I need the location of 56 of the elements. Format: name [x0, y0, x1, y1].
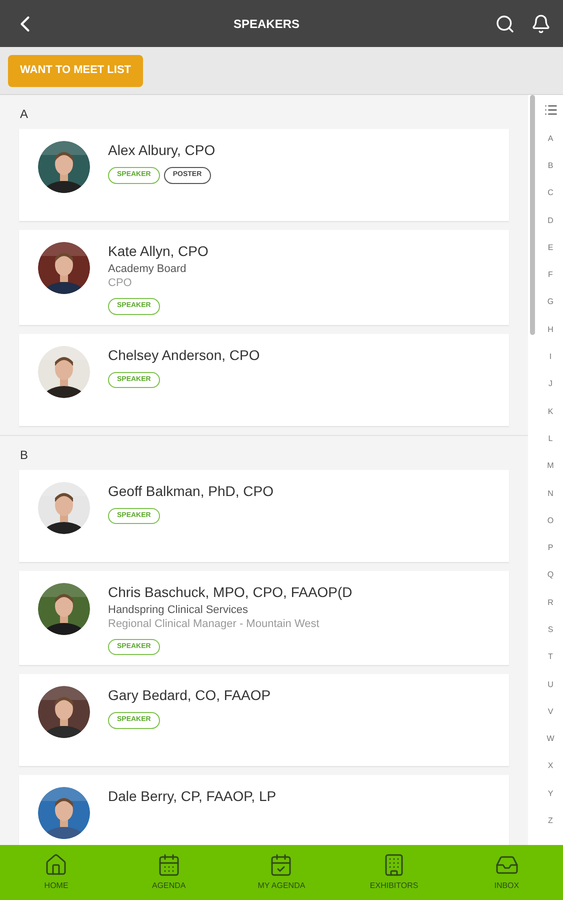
index-letter[interactable]: U [548, 670, 554, 698]
index-letter[interactable]: W [546, 726, 554, 753]
index-letter[interactable]: J [548, 370, 552, 398]
index-letter[interactable]: T [548, 644, 553, 671]
index-letter[interactable]: Q [547, 562, 554, 590]
index-letter[interactable]: K [548, 398, 554, 426]
speaker-organization: Academy Board [108, 262, 188, 276]
calendar-check-icon [269, 853, 294, 877]
speaker-position: CPO [108, 276, 133, 290]
speaker-name: Gary Bedard, CO, FAAOP [108, 687, 271, 704]
index-letter[interactable]: P [548, 534, 554, 562]
index-letter[interactable]: Z [548, 807, 553, 835]
index-letter[interactable]: H [548, 316, 554, 344]
speaker-name: Kate Allyn, CPO [108, 243, 208, 260]
index-letter[interactable]: F [548, 261, 553, 289]
bell-icon [531, 14, 551, 34]
index-letter[interactable]: G [547, 288, 554, 316]
index-letter[interactable]: N [548, 480, 554, 508]
house-icon [44, 853, 68, 877]
index-letter[interactable]: E [548, 234, 554, 262]
list-icon [544, 103, 558, 117]
speaker-name: Chelsey Anderson, CPO [108, 346, 260, 364]
index-menu-button[interactable] [544, 103, 558, 117]
search-button[interactable] [495, 14, 515, 34]
nav-tab[interactable]: MY AGENDA [225, 845, 338, 900]
scrollbar[interactable] [530, 95, 535, 335]
page-title: SPEAKERS [232, 16, 301, 32]
index-letter[interactable]: V [548, 698, 554, 726]
search-icon [495, 14, 515, 34]
nav-tab[interactable]: AGENDA [112, 845, 226, 900]
nav-tab[interactable]: INBOX [450, 845, 563, 900]
speaker-name: Geoff Balkman, PhD, CPO [108, 482, 274, 500]
index-letter[interactable]: B [548, 152, 554, 180]
speaker-name: Chris Baschuck, MPO, CPO, FAAOP(D [108, 584, 352, 600]
speaker-card[interactable]: Dale Berry, CP, FAAOP, LP [19, 775, 509, 845]
speaker-organization: Handspring Clinical Services [108, 602, 250, 616]
calendar-icon [156, 853, 181, 877]
index-letter[interactable]: Y [548, 780, 554, 808]
index-letter[interactable]: C [548, 180, 554, 207]
index-letter[interactable]: L [548, 425, 553, 453]
notifications-button[interactable] [531, 14, 551, 34]
section-letter: B [20, 448, 28, 462]
index-letter[interactable]: O [547, 507, 554, 534]
index-letter[interactable]: A [548, 125, 554, 152]
index-letter[interactable]: D [548, 206, 554, 234]
section-letter: A [20, 107, 28, 121]
index-letter[interactable]: X [548, 752, 554, 780]
speaker-position: Regional Clinical Manager - Mountain West [108, 616, 320, 630]
nav-tab[interactable]: EXHIBITORS [338, 845, 450, 900]
index-letter[interactable]: M [547, 452, 554, 480]
index-letter[interactable]: R [548, 589, 554, 616]
speaker-name: Alex Albury, CPO [108, 142, 216, 159]
index-letter[interactable]: S [548, 616, 554, 644]
index-letter[interactable]: I [549, 343, 552, 371]
speaker-name: Dale Berry, CP, FAAOP, LP [108, 788, 276, 805]
nav-tab[interactable]: HOME [0, 845, 113, 900]
